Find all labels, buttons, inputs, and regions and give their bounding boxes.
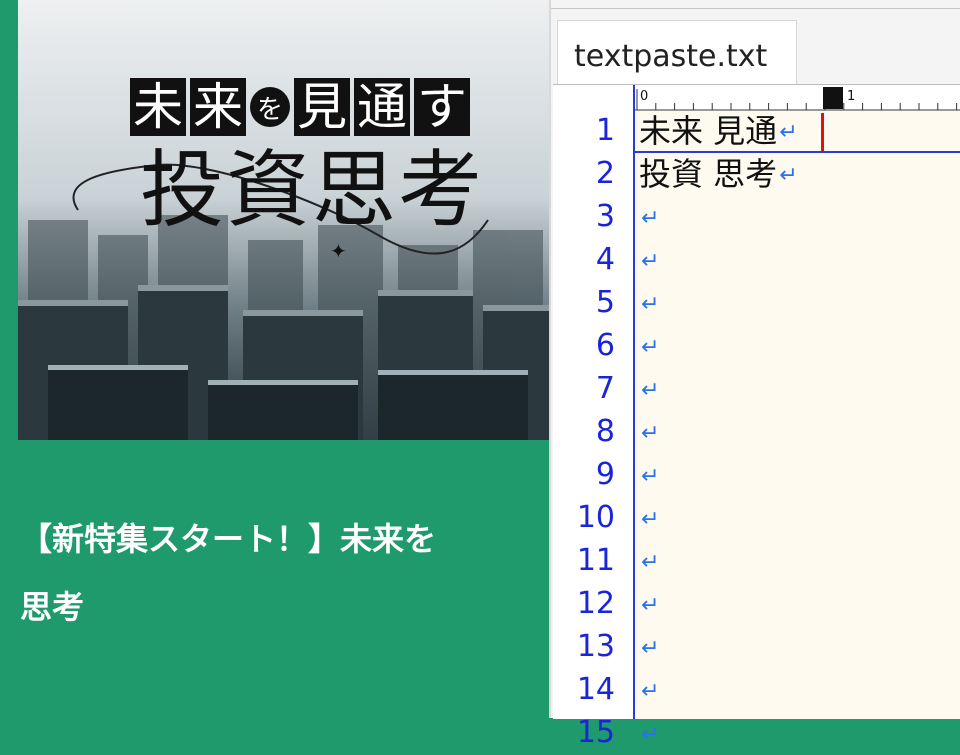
article-card[interactable]: ✦ 未 来 を 見 通 す 投資思考 【新特集スタート！】未来を 思考 (0, 0, 552, 718)
newline-mark-icon: ↵ (641, 722, 660, 747)
hero-title-char: 未 (130, 78, 186, 136)
hero-title-char: す (414, 78, 470, 136)
line-number: 15 (576, 715, 615, 750)
line-number: 8 (595, 414, 615, 449)
line-number: 10 (576, 500, 615, 535)
line-text[interactable]: ↵ (639, 670, 659, 712)
current-line-underline (635, 151, 960, 153)
line-text[interactable]: ↵ (639, 326, 659, 368)
hero-title-char: 見 (294, 78, 350, 136)
tab-label: textpaste.txt (574, 39, 768, 74)
newline-mark-icon: ↵ (779, 120, 798, 145)
line-number: 12 (576, 586, 615, 621)
newline-mark-icon: ↵ (641, 464, 660, 489)
newline-mark-icon: ↵ (641, 378, 660, 403)
line-number: 14 (576, 672, 615, 707)
hero-title-char: を (250, 87, 290, 127)
hero-image[interactable]: ✦ 未 来 を 見 通 す 投資思考 (18, 0, 552, 440)
line-text[interactable]: ↵ (639, 197, 659, 239)
newline-mark-icon: ↵ (641, 292, 660, 317)
line-text[interactable]: ↵ (639, 369, 659, 411)
line-text[interactable]: ↵ (639, 240, 659, 282)
newline-mark-icon: ↵ (641, 636, 660, 661)
newline-mark-icon: ↵ (641, 593, 660, 618)
line-number: 6 (595, 328, 615, 363)
line-number: 9 (595, 457, 615, 492)
ruler-label-0: 0 (640, 89, 648, 104)
line-text[interactable]: ↵ (639, 283, 659, 325)
article-headline-link[interactable]: 【新特集スタート！】未来を 思考 (20, 505, 552, 641)
line-number: 4 (595, 242, 615, 277)
editor-text-area[interactable]: 0 1 1 未来 見通↵ 2 投資 思考↵ 3 ↵ 4 ↵ 5 ↵ 6 ↵ 7 ↵ 8 ↵ 9 ↵ 10 ↵ 11 ↵ 12… (553, 84, 960, 750)
newline-mark-icon: ↵ (779, 163, 798, 188)
tab-textpaste[interactable]: textpaste.txt (557, 20, 797, 85)
line-text[interactable]: ↵ (639, 455, 659, 497)
ruler-cursor-marker (823, 87, 843, 109)
newline-mark-icon: ↵ (641, 249, 660, 274)
line-text[interactable]: ↵ (639, 498, 659, 540)
hero-title-char: 来 (190, 78, 246, 136)
hero-title: 未 来 を 見 通 す (130, 78, 470, 136)
newline-mark-icon: ↵ (641, 550, 660, 575)
newline-mark-icon: ↵ (641, 335, 660, 360)
line-text[interactable]: ↵ (639, 584, 659, 626)
newline-mark-icon: ↵ (641, 507, 660, 532)
line-text[interactable]: ↵ (639, 412, 659, 454)
line-content: 投資 思考 (639, 155, 778, 193)
text-caret (821, 113, 824, 151)
tabbar-border (551, 8, 960, 9)
newline-mark-icon: ↵ (641, 206, 660, 231)
line-number: 7 (595, 371, 615, 406)
column-ruler: 0 1 (635, 85, 960, 111)
headline-line: 思考 (20, 588, 85, 626)
line-content: 未来 見通 (639, 112, 778, 150)
line-text[interactable]: 投資 思考↵ (639, 154, 798, 196)
headline-line: 【新特集スタート！】未来を (20, 520, 437, 558)
line-number: 1 (595, 113, 615, 148)
line-text[interactable]: ↵ (639, 713, 659, 755)
gutter-separator (633, 85, 635, 719)
newline-mark-icon: ↵ (641, 421, 660, 446)
text-editor-window[interactable]: textpaste.txt 0 1 1 未来 見通↵ 2 投資 思考↵ 3 ↵ 4 ↵ 5 ↵ 6 ↵… (549, 0, 960, 750)
svg-text:✦: ✦ (330, 239, 347, 263)
line-text[interactable]: 未来 見通↵ (639, 111, 798, 153)
line-number: 3 (595, 199, 615, 234)
hero-title-char: 通 (354, 78, 410, 136)
hero-subtitle: 投資思考 (140, 141, 485, 239)
newline-mark-icon: ↵ (641, 679, 660, 704)
line-text[interactable]: ↵ (639, 627, 659, 669)
line-number: 11 (576, 543, 615, 578)
line-number: 5 (595, 285, 615, 320)
ruler-label-1: 1 (847, 89, 855, 104)
line-number: 13 (576, 629, 615, 664)
line-number: 2 (595, 156, 615, 191)
line-text[interactable]: ↵ (639, 541, 659, 583)
